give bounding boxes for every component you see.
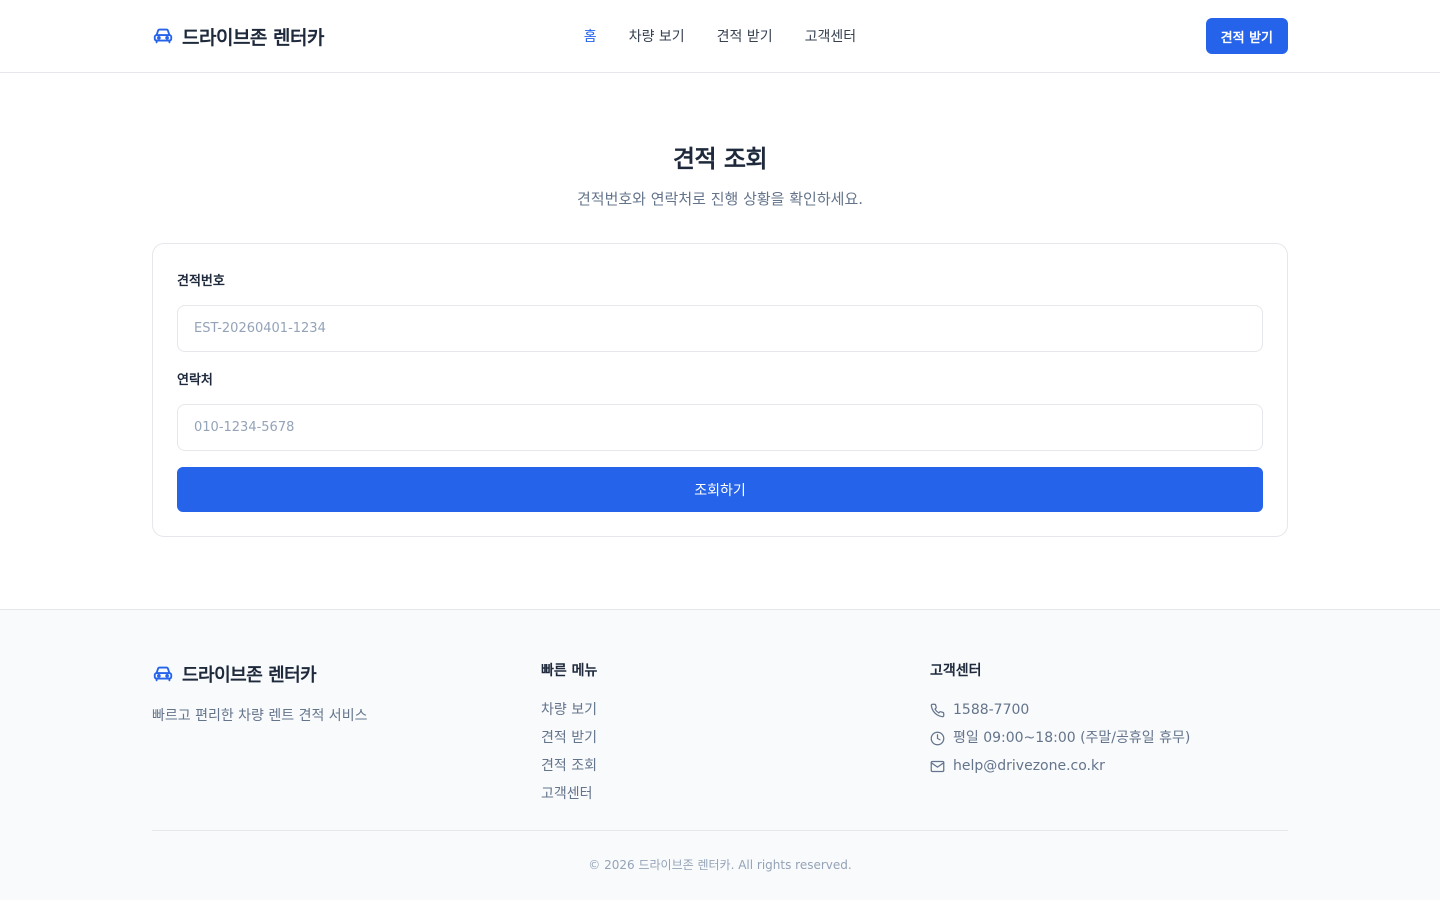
quick-menu-heading: 빠른 메뉴 (541, 663, 598, 679)
get-estimate-button[interactable]: 견적 받기 (1205, 18, 1288, 54)
contact-input[interactable] (177, 404, 1263, 451)
footer-description: 빠르고 편리한 차량 렌트 견적 서비스 (152, 708, 368, 724)
nav-item-home[interactable]: 홈 (584, 26, 597, 46)
footer-logo: 드라이브존 렌터카 (152, 661, 541, 687)
estimate-lookup-form: 견적번호 연락처 조회하기 (152, 243, 1288, 537)
nav-item-vehicles[interactable]: 차량 보기 (629, 26, 685, 46)
support-contact-list: 1588-7700 평일 09:00~18:00 (주말/공휴일 휴무) hel… (930, 696, 1288, 780)
footer-support: 고객센터 1588-7700 평일 09:00~18:00 (주말/공휴일 휴무… (930, 660, 1288, 830)
quick-menu-item-estimate-lookup[interactable]: 견적 조회 (541, 752, 930, 780)
page-title: 견적 조회 (672, 145, 768, 173)
copyright: © 2026 드라이브존 렌터카. All rights reserved. (588, 858, 852, 872)
support-email: help@drivezone.co.kr (930, 752, 1288, 780)
quick-menu-item-get-estimate[interactable]: 견적 받기 (541, 724, 930, 752)
site-footer: 드라이브존 렌터카 빠르고 편리한 차량 렌트 견적 서비스 빠른 메뉴 차량 … (0, 609, 1440, 900)
footer-columns: 드라이브존 렌터카 빠르고 편리한 차량 렌트 견적 서비스 빠른 메뉴 차량 … (152, 660, 1288, 830)
mail-icon (930, 759, 945, 774)
estimate-number-input[interactable] (177, 305, 1263, 352)
header-inner: 드라이브존 렌터카 홈 차량 보기 견적 받기 고객센터 견적 받기 (152, 0, 1288, 72)
phone-icon (930, 703, 945, 718)
quick-menu-item-vehicles[interactable]: 차량 보기 (541, 696, 930, 724)
footer-divider (152, 830, 1288, 831)
support-heading: 고객센터 (930, 663, 982, 679)
estimate-number-label: 견적번호 (177, 274, 225, 289)
quick-menu-list: 차량 보기 견적 받기 견적 조회 고객센터 (541, 696, 930, 808)
clock-icon (930, 731, 945, 746)
site-header: 드라이브존 렌터카 홈 차량 보기 견적 받기 고객센터 견적 받기 (0, 0, 1440, 73)
lookup-submit-button[interactable]: 조회하기 (177, 467, 1263, 512)
car-icon (152, 663, 174, 685)
brand-name: 드라이브존 렌터카 (182, 26, 324, 49)
support-hours: 평일 09:00~18:00 (주말/공휴일 휴무) (930, 724, 1288, 752)
support-hours-text: 평일 09:00~18:00 (주말/공휴일 휴무) (953, 730, 1191, 746)
contact-field-group: 연락처 (177, 369, 1263, 451)
contact-label: 연락처 (177, 373, 213, 388)
main-content: 견적 조회 견적번호와 연락처로 진행 상황을 확인하세요. 견적번호 연락처 … (152, 73, 1288, 609)
footer-brand-name: 드라이브존 렌터카 (182, 665, 317, 686)
page-subtitle: 견적번호와 연락처로 진행 상황을 확인하세요. (576, 190, 864, 208)
support-phone: 1588-7700 (930, 696, 1288, 724)
brand-logo[interactable]: 드라이브존 렌터카 (152, 23, 324, 50)
estimate-number-field-group: 견적번호 (177, 270, 1263, 352)
footer-brand-column: 드라이브존 렌터카 빠르고 편리한 차량 렌트 견적 서비스 (152, 660, 541, 830)
support-phone-text[interactable]: 1588-7700 (953, 696, 1029, 724)
main-nav: 홈 차량 보기 견적 받기 고객센터 (584, 26, 856, 46)
footer-quick-menu: 빠른 메뉴 차량 보기 견적 받기 견적 조회 고객센터 (541, 660, 930, 830)
nav-item-support[interactable]: 고객센터 (805, 26, 857, 46)
footer-inner: 드라이브존 렌터카 빠르고 편리한 차량 렌트 견적 서비스 빠른 메뉴 차량 … (152, 610, 1288, 873)
car-icon (152, 25, 174, 47)
nav-item-get-estimate[interactable]: 견적 받기 (717, 26, 773, 46)
quick-menu-item-support[interactable]: 고객센터 (541, 780, 930, 808)
support-email-text[interactable]: help@drivezone.co.kr (953, 752, 1105, 780)
